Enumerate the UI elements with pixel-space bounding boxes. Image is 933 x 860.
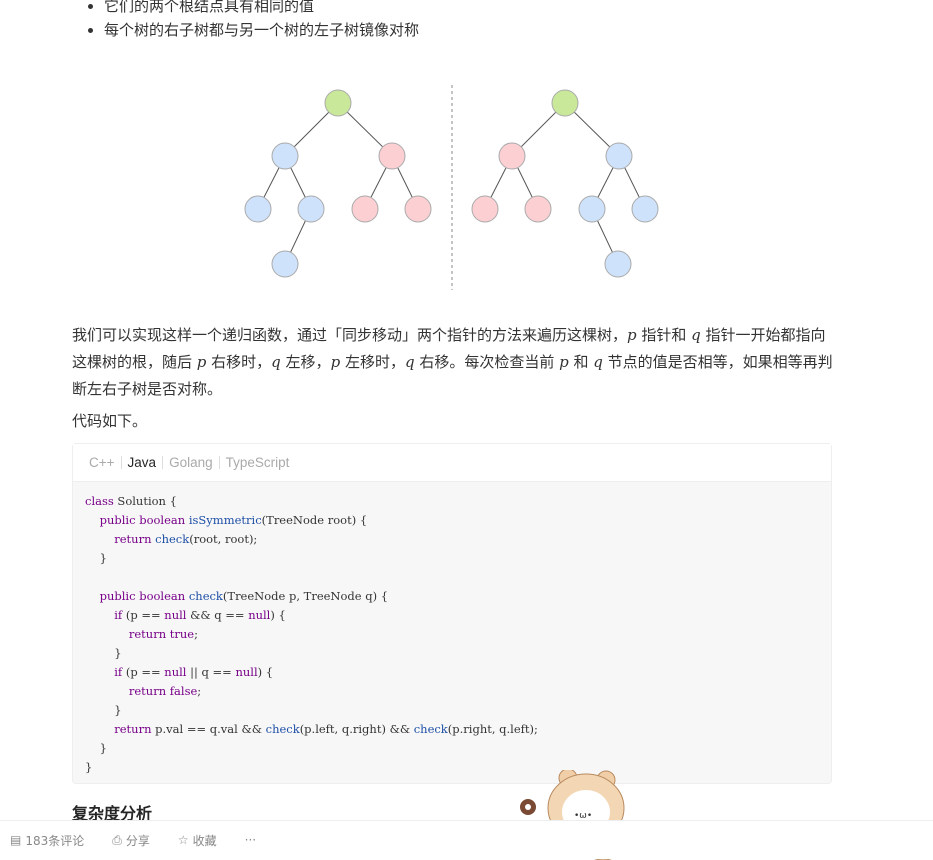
tree-node <box>271 250 299 278</box>
bullet-item: 它们的两个根结点具有相同的值 <box>104 0 419 18</box>
text-run: 我们可以实现这样一个递归函数，通过「同步移动」两个指针的方法来遍历这棵树， <box>72 326 628 344</box>
tree-node <box>297 195 325 223</box>
code-intro: 代码如下。 <box>72 412 148 430</box>
tree-node <box>605 142 633 170</box>
math-variable: q <box>691 326 701 344</box>
tree-node <box>604 250 632 278</box>
tree-node <box>524 195 552 223</box>
tab-typescript[interactable]: TypeScript <box>220 455 296 470</box>
code-line: public boolean isSymmetric(TreeNode root… <box>99 513 368 527</box>
code-line: return check(root, root); <box>114 532 258 546</box>
code-line: if (p == null && q == null) { <box>114 608 286 622</box>
comment-icon: ▤ <box>10 833 22 847</box>
bullet-item: 每个树的右子树都与另一个树的左子树镜像对称 <box>104 18 419 42</box>
code-content: class Solution { public boolean isSymmet… <box>73 482 831 787</box>
footer-bar: ▤ 183条评论 ⎙ 分享 ☆ 收藏 ··· <box>0 820 933 859</box>
code-line: class Solution { <box>85 494 177 508</box>
text-run: 右移时， <box>206 353 272 371</box>
tab-golang[interactable]: Golang <box>163 455 219 470</box>
tree-node <box>271 142 299 170</box>
share-button[interactable]: ⎙ 分享 <box>112 832 150 849</box>
more-button[interactable]: ··· <box>245 833 256 847</box>
tab-java[interactable]: Java <box>122 455 163 470</box>
tree-node <box>498 142 526 170</box>
tree-node <box>244 195 272 223</box>
mirror-tree-diagram <box>244 85 659 290</box>
code-line: } <box>85 760 93 774</box>
text-run: 和 <box>568 353 594 371</box>
share-icon: ⎙ <box>112 832 122 847</box>
code-line: } <box>85 703 122 717</box>
code-line: public boolean check(TreeNode p, TreeNod… <box>99 589 389 603</box>
code-line: return p.val == q.val && check(p.left, q… <box>114 722 538 736</box>
text-run: 指针和 <box>636 326 692 344</box>
language-tabs: C++ Java Golang TypeScript <box>73 444 831 482</box>
tree-node <box>324 89 352 117</box>
text-run: 右移。每次检查当前 <box>414 353 560 371</box>
tree-node <box>631 195 659 223</box>
tab-cpp[interactable]: C++ <box>83 455 121 470</box>
tree-node <box>551 89 579 117</box>
code-line: if (p == null || q == null) { <box>114 665 274 679</box>
star-icon: ☆ <box>177 833 189 847</box>
tree-node <box>404 195 432 223</box>
math-variable: p <box>330 353 341 371</box>
math-variable: q <box>271 353 281 371</box>
tree-node <box>351 195 379 223</box>
math-variable: q <box>593 353 603 371</box>
code-line: return false; <box>128 684 202 698</box>
tree-node <box>471 195 499 223</box>
code-line: } <box>85 741 107 755</box>
code-line: return true; <box>128 627 198 641</box>
text-run: 左移时， <box>340 353 405 371</box>
math-variable: p <box>559 353 569 371</box>
favorite-button[interactable]: ☆ 收藏 <box>178 832 217 849</box>
math-variable: p <box>627 326 637 344</box>
tree-node <box>378 142 406 170</box>
tree-node <box>578 195 606 223</box>
text-run: 左移， <box>280 353 331 371</box>
code-line: } <box>85 646 122 660</box>
explanation-paragraph: 我们可以实现这样一个递归函数，通过「同步移动」两个指针的方法来遍历这棵树，p 指… <box>72 322 837 403</box>
bullet-list: 它们的两个根结点具有相同的值 每个树的右子树都与另一个树的左子树镜像对称 <box>82 0 419 42</box>
math-variable: p <box>196 353 207 371</box>
comments-button[interactable]: ▤ 183条评论 <box>10 832 84 849</box>
math-variable: q <box>404 353 415 371</box>
code-block: C++ Java Golang TypeScript class Solution {… <box>72 443 832 784</box>
code-line: } <box>85 551 107 565</box>
